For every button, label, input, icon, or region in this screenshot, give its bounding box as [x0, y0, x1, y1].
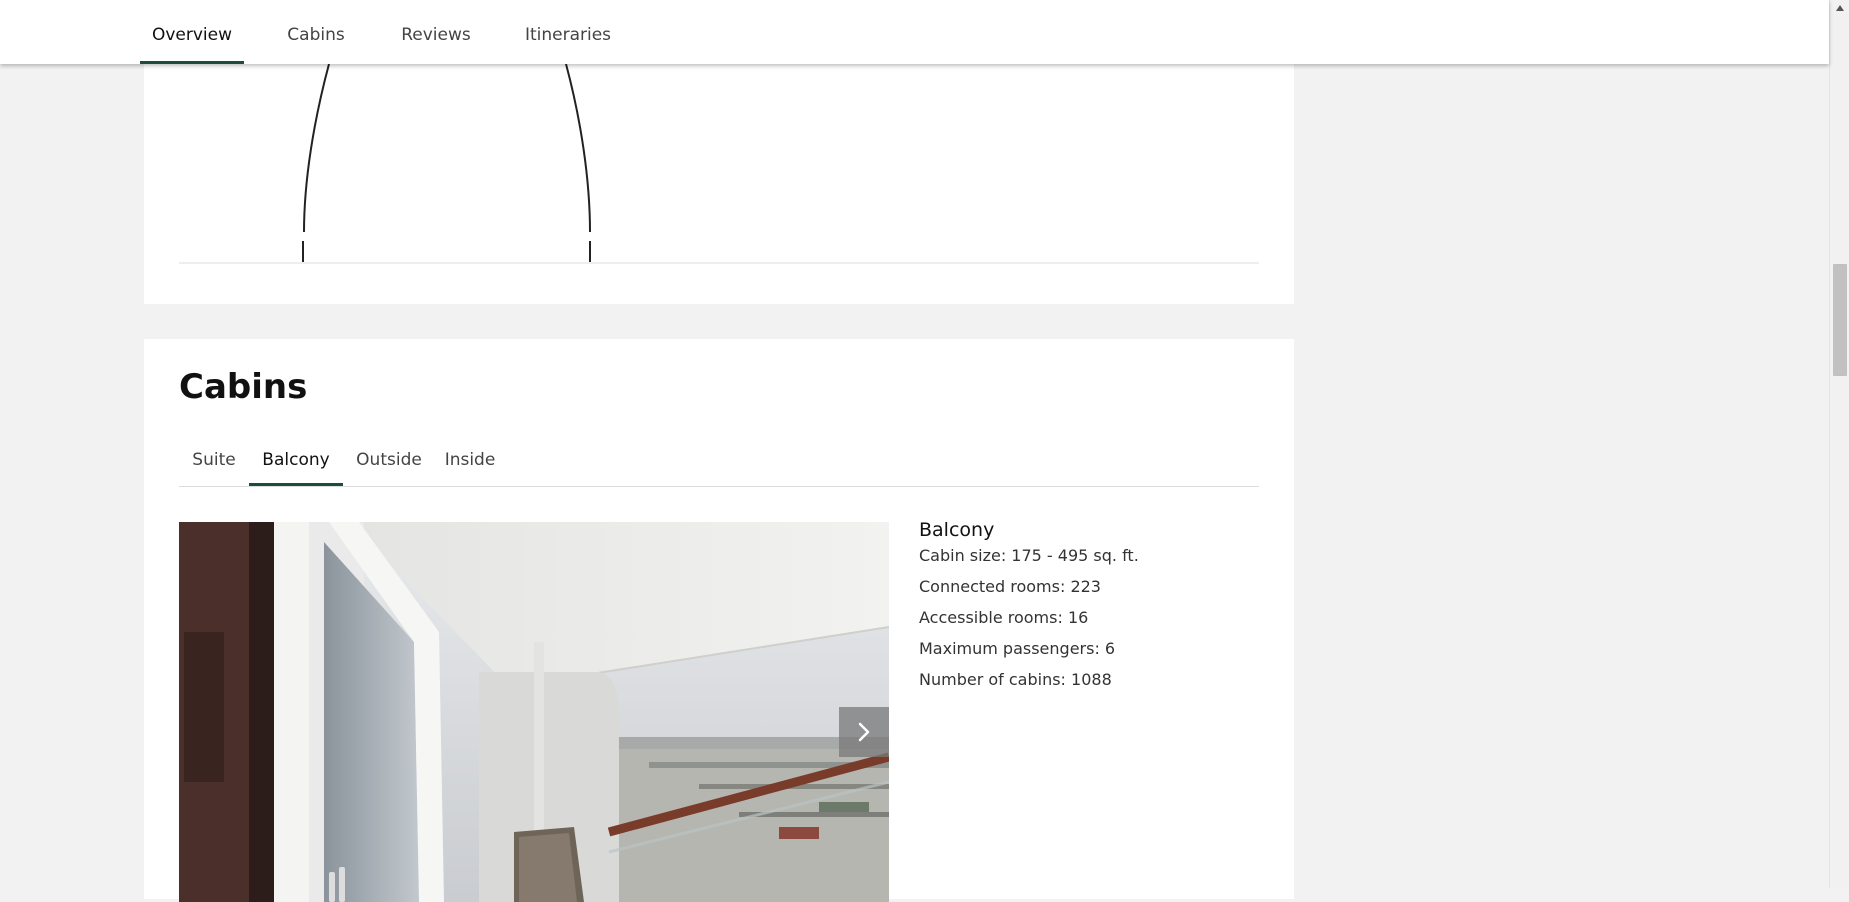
tab-reviews[interactable]: Reviews [396, 0, 476, 64]
tab-inside[interactable]: Inside [435, 440, 505, 486]
section-nav-bar: Overview Cabins Reviews Itineraries [0, 0, 1829, 64]
chevron-right-icon [858, 722, 870, 742]
cabin-details: Balcony Cabin size: 175 - 495 sq. ft. Co… [919, 519, 1139, 700]
cabin-type-tabs: Suite Balcony Outside Inside [179, 407, 1259, 487]
cabin-type-name: Balcony [919, 519, 995, 541]
tab-outside[interactable]: Outside [343, 440, 435, 486]
balcony-cabin-image [179, 522, 889, 902]
tab-suite[interactable]: Suite [179, 440, 249, 486]
number-of-cabins: Number of cabins: 1088 [919, 670, 1112, 689]
scroll-up-arrow-icon[interactable] [1835, 4, 1845, 12]
tab-cabins[interactable]: Cabins [280, 0, 352, 64]
tab-balcony[interactable]: Balcony [249, 440, 343, 486]
cabins-heading: Cabins [179, 367, 308, 407]
cabin-size: Cabin size: 175 - 495 sq. ft. [919, 546, 1139, 565]
accessible-rooms: Accessible rooms: 16 [919, 608, 1089, 627]
next-photo-button[interactable] [839, 707, 889, 757]
scrollbar-thumb[interactable] [1833, 264, 1847, 376]
tab-overview[interactable]: Overview [140, 0, 244, 64]
maximum-passengers: Maximum passengers: 6 [919, 639, 1116, 658]
connected-rooms: Connected rooms: 223 [919, 577, 1101, 596]
tab-itineraries[interactable]: Itineraries [520, 0, 616, 64]
page-scrollbar[interactable] [1829, 0, 1849, 888]
cabin-photo [179, 522, 889, 902]
